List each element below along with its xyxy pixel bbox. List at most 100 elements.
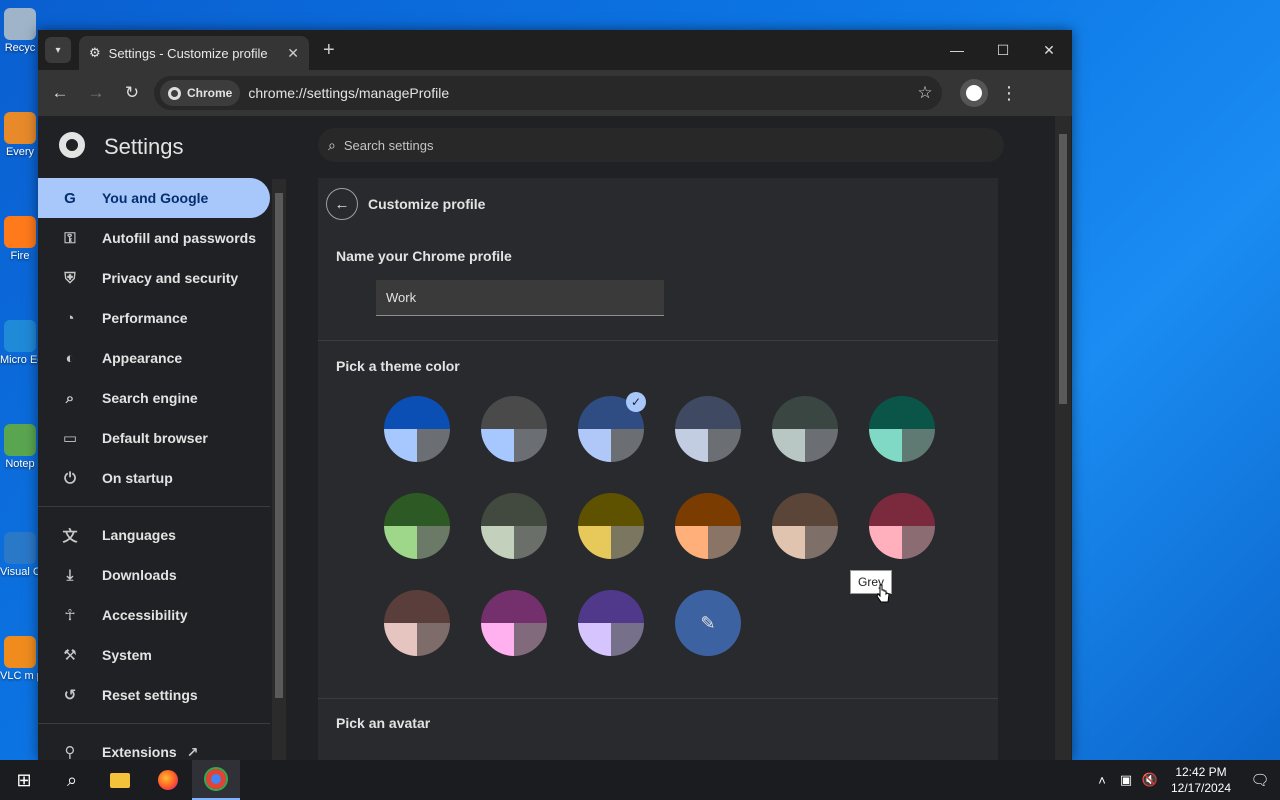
theme-color-swatch[interactable]: [481, 396, 547, 462]
chrome-taskbar-icon[interactable]: [192, 760, 240, 800]
sidebar-item-on-startup[interactable]: ⏻ On startup: [38, 458, 270, 498]
swatch-segment: [902, 526, 935, 559]
address-bar[interactable]: Chrome chrome://settings/manageProfile ☆: [154, 76, 942, 110]
sidebar-scrollbar[interactable]: [272, 179, 286, 760]
sidebar-item-accessibility[interactable]: ☥ Accessibility: [38, 595, 270, 635]
desktop-icon[interactable]: Fire: [0, 216, 40, 262]
minimize-button[interactable]: —: [934, 30, 980, 70]
theme-color-swatch[interactable]: [772, 396, 838, 462]
profile-name-input[interactable]: [376, 280, 664, 316]
chrome-window: ▾ ⚙ Settings - Customize profile ✕ + — ☐…: [38, 30, 1072, 760]
theme-color-swatch[interactable]: [578, 590, 644, 656]
menu-kebab-icon[interactable]: ⋮: [1000, 83, 1018, 104]
swatch-wrapper: ✓: [578, 392, 646, 462]
sidebar-item-extensions[interactable]: ⚲ Extensions ↗: [38, 732, 270, 761]
sidebar-item-you-and-google[interactable]: G You and Google: [38, 178, 270, 218]
sidebar-item-privacy-and-security[interactable]: ⛨ Privacy and security: [38, 258, 270, 298]
chrome-logo-icon: [59, 132, 85, 158]
back-button[interactable]: ←: [42, 75, 78, 111]
nav-icon: ⚒: [63, 647, 77, 664]
theme-color-swatch[interactable]: [675, 493, 741, 559]
sidebar-item-label: Search engine: [102, 390, 198, 406]
swatch-segment: [611, 526, 644, 559]
theme-color-swatch[interactable]: [869, 493, 935, 559]
search-icon[interactable]: ⌕: [48, 760, 96, 800]
custom-color-eyedropper-icon[interactable]: ✎: [675, 590, 741, 656]
swatch-segment: [578, 590, 644, 623]
desktop-icon[interactable]: Micro Ed: [0, 320, 40, 366]
browser-toolbar: ← → ↻ Chrome chrome://settings/managePro…: [38, 70, 1072, 116]
network-icon[interactable]: ▣: [1114, 772, 1138, 788]
sidebar-item-system[interactable]: ⚒ System: [38, 635, 270, 675]
notification-icon[interactable]: 🗨: [1240, 771, 1280, 789]
page-title: Customize profile: [368, 196, 486, 212]
theme-color-swatch[interactable]: [578, 493, 644, 559]
swatch-segment: [869, 493, 935, 526]
reload-button[interactable]: ↻: [114, 75, 150, 111]
swatch-wrapper: [869, 493, 935, 559]
nav-icon: G: [64, 189, 76, 207]
profile-avatar-button[interactable]: [960, 79, 988, 107]
theme-color-swatch[interactable]: [481, 493, 547, 559]
chevron-up-icon[interactable]: ˄: [1090, 773, 1114, 788]
sidebar-item-downloads[interactable]: ⤓ Downloads: [38, 555, 270, 595]
theme-color-swatch[interactable]: [675, 396, 741, 462]
sidebar-item-label: Appearance: [102, 350, 183, 366]
clock-date: 12/17/2024: [1170, 781, 1232, 795]
theme-color-swatch[interactable]: [384, 590, 450, 656]
new-tab-button[interactable]: +: [323, 39, 335, 62]
firefox-icon[interactable]: [144, 760, 192, 800]
file-explorer-icon[interactable]: [96, 760, 144, 800]
swatch-segment: [514, 429, 547, 462]
swatch-segment: [869, 429, 902, 462]
desktop-icon[interactable]: Every: [0, 112, 40, 158]
selected-check-icon: ✓: [626, 392, 646, 412]
maximize-button[interactable]: ☐: [980, 30, 1026, 70]
settings-page: Settings ⌕ Search settings G You and Goog…: [38, 116, 1072, 760]
swatch-wrapper: [481, 590, 547, 656]
theme-color-swatch[interactable]: [481, 590, 547, 656]
tab-search-button[interactable]: ▾: [45, 37, 71, 63]
theme-color-swatch[interactable]: [384, 493, 450, 559]
forward-button[interactable]: →: [78, 75, 114, 111]
swatch-segment: [675, 396, 741, 429]
swatch-segment: [481, 526, 514, 559]
volume-muted-icon[interactable]: 🔇: [1138, 772, 1162, 788]
back-arrow-icon[interactable]: ←: [326, 188, 358, 220]
tab-title: Settings - Customize profile: [108, 45, 268, 61]
swatch-segment: [514, 623, 547, 656]
bookmark-star-icon[interactable]: ☆: [908, 83, 942, 103]
search-placeholder: Search settings: [343, 137, 434, 153]
clock[interactable]: 12:42 PM 12/17/2024: [1162, 764, 1240, 796]
swatch-segment: [772, 429, 805, 462]
search-settings-input[interactable]: ⌕ Search settings: [318, 128, 1004, 162]
sidebar-item-search-engine[interactable]: ⌕ Search engine: [38, 378, 270, 418]
desktop-icon[interactable]: Visual Co: [0, 532, 40, 578]
site-info-chip[interactable]: Chrome: [160, 80, 241, 106]
desktop-icon[interactable]: VLC m pla: [0, 636, 40, 682]
card-header: ← Customize profile: [318, 178, 998, 230]
main-scrollbar[interactable]: [1055, 116, 1071, 760]
settings-title: Settings: [104, 134, 184, 159]
start-windows-icon[interactable]: ⊞: [0, 760, 48, 800]
tab-close-icon[interactable]: ✕: [287, 45, 299, 62]
sidebar-item-languages[interactable]: 文 Languages: [38, 515, 270, 555]
sidebar-scroll-thumb[interactable]: [275, 193, 283, 698]
nav-icon: ↺: [63, 687, 77, 704]
desktop-icon[interactable]: Notep: [0, 424, 40, 470]
desktop-icon[interactable]: Recyc: [0, 8, 40, 54]
sidebar-item-appearance[interactable]: ◐ Appearance: [38, 338, 270, 378]
sidebar-item-default-browser[interactable]: ▭ Default browser: [38, 418, 270, 458]
sidebar-item-performance[interactable]: ◔ Performance: [38, 298, 270, 338]
tab-settings[interactable]: ⚙ Settings - Customize profile ✕: [79, 36, 309, 70]
url-text[interactable]: chrome://settings/manageProfile: [248, 85, 908, 101]
sidebar-item-label: Extensions: [102, 744, 177, 760]
swatch-segment: [675, 493, 741, 526]
sidebar-item-autofill-and-passwords[interactable]: ⚿ Autofill and passwords: [38, 218, 270, 258]
theme-color-swatch[interactable]: [869, 396, 935, 462]
main-scroll-thumb[interactable]: [1059, 134, 1067, 404]
sidebar-item-reset-settings[interactable]: ↺ Reset settings: [38, 675, 270, 715]
theme-color-swatch[interactable]: [772, 493, 838, 559]
theme-color-swatch[interactable]: [384, 396, 450, 462]
close-window-button[interactable]: ✕: [1026, 30, 1072, 70]
